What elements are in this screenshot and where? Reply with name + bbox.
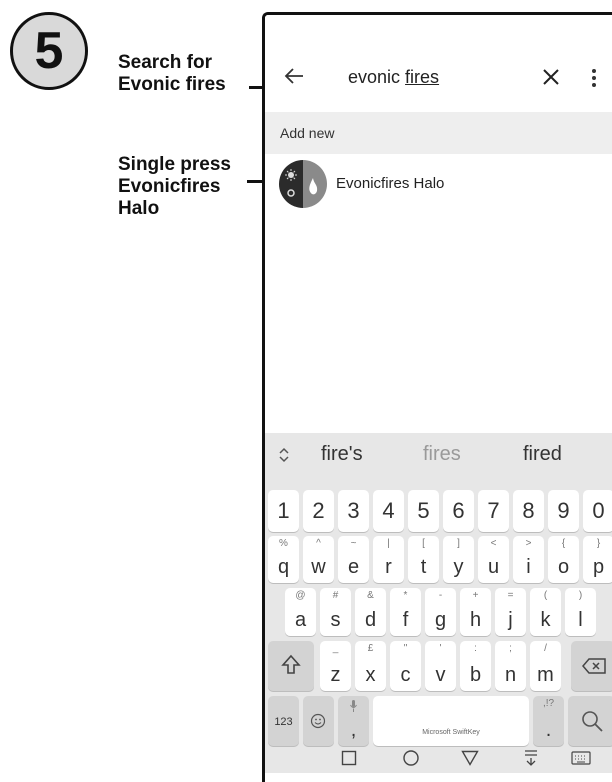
key-o[interactable]: {o: [548, 536, 579, 583]
key-3[interactable]: 3: [338, 490, 369, 532]
key-c[interactable]: " c: [390, 641, 421, 691]
key-h[interactable]: + h: [460, 588, 491, 636]
key-t[interactable]: [t: [408, 536, 439, 583]
key-b[interactable]: :b: [460, 641, 491, 691]
add-new-label: Add new: [280, 125, 335, 141]
back-icon[interactable]: [461, 750, 479, 766]
suggestion-3[interactable]: fired: [523, 443, 562, 466]
search-key[interactable]: [568, 696, 612, 746]
result-item-evonicfires-halo[interactable]: Evonicfires Halo: [265, 154, 612, 212]
key-a[interactable]: @ a: [285, 588, 316, 636]
key-4[interactable]: 4: [373, 490, 404, 532]
mic-icon: [350, 700, 357, 712]
comma-key[interactable]: ,: [338, 696, 369, 746]
symbols-key[interactable]: 123: [268, 696, 299, 746]
key-x[interactable]: £ x: [355, 641, 386, 691]
shift-key[interactable]: [268, 641, 314, 691]
period-key[interactable]: ,!? .: [533, 696, 564, 746]
chevron-icon[interactable]: [277, 445, 291, 465]
result-label: Evonicfires Halo: [336, 175, 445, 192]
key-q[interactable]: % q: [268, 536, 299, 583]
callout-select: Single press Evonicfires Halo: [118, 154, 231, 219]
key-l[interactable]: ) l: [565, 588, 596, 636]
add-new-section: Add new: [265, 112, 612, 154]
emoji-icon: [310, 713, 326, 729]
key-n[interactable]: ; n: [495, 641, 526, 691]
phone-screen: evonic fires Add new Evonicfires Halo fi…: [262, 12, 612, 782]
callout-search: Search for Evonic fires: [118, 52, 226, 95]
search-text-underlined: fires: [405, 67, 440, 87]
key-i[interactable]: > i: [513, 536, 544, 583]
step-badge: 5: [10, 12, 88, 90]
key-6[interactable]: 6: [443, 490, 474, 532]
key-w[interactable]: ^ w: [303, 536, 334, 583]
back-arrow-icon[interactable]: [283, 65, 305, 87]
keyboard-icon[interactable]: [571, 751, 591, 765]
key-9[interactable]: 9: [548, 490, 579, 532]
step-number: 5: [34, 22, 64, 80]
search-toolbar: evonic fires: [265, 15, 612, 112]
search-input[interactable]: evonic fires: [348, 67, 439, 88]
backspace-key[interactable]: [571, 641, 612, 691]
navigation-bar: [265, 741, 612, 781]
suggestion-bar: fire's fires fired: [265, 433, 612, 477]
key-j[interactable]: = j: [495, 588, 526, 636]
key-k[interactable]: (k: [530, 588, 561, 636]
search-icon: [582, 711, 603, 732]
close-icon[interactable]: [541, 67, 561, 87]
search-text-prefix: evonic: [348, 67, 406, 87]
more-vert-icon[interactable]: [591, 68, 597, 88]
suggestion-1[interactable]: fire's: [321, 443, 363, 466]
key-m[interactable]: / m: [530, 641, 561, 691]
emoji-key[interactable]: [303, 696, 334, 746]
key-e[interactable]: ~ e: [338, 536, 369, 583]
home-icon[interactable]: [402, 749, 420, 767]
key-s[interactable]: # s: [320, 588, 351, 636]
key-g[interactable]: -g: [425, 588, 456, 636]
key-5[interactable]: 5: [408, 490, 439, 532]
evonic-flame-icon: [279, 160, 327, 208]
shift-icon: [281, 654, 301, 674]
keyboard-hide-icon[interactable]: [523, 749, 539, 767]
key-z[interactable]: _ z: [320, 641, 351, 691]
key-u[interactable]: < u: [478, 536, 509, 583]
key-y[interactable]: ] y: [443, 536, 474, 583]
key-v[interactable]: ' v: [425, 641, 456, 691]
backspace-icon: [582, 658, 606, 674]
key-p[interactable]: } p: [583, 536, 612, 583]
key-f[interactable]: * f: [390, 588, 421, 636]
key-8[interactable]: 8: [513, 490, 544, 532]
key-r[interactable]: | r: [373, 536, 404, 583]
recents-icon[interactable]: [341, 750, 357, 766]
key-7[interactable]: 7: [478, 490, 509, 532]
key-2[interactable]: 2: [303, 490, 334, 532]
on-screen-keyboard: fire's fires fired 1 2 3 4 5 6 7 8 9 0 %…: [265, 433, 612, 773]
space-key[interactable]: Microsoft SwiftKey: [373, 696, 529, 746]
key-1[interactable]: 1: [268, 490, 299, 532]
key-0[interactable]: 0: [583, 490, 612, 532]
suggestion-2[interactable]: fires: [423, 443, 461, 466]
key-d[interactable]: & d: [355, 588, 386, 636]
